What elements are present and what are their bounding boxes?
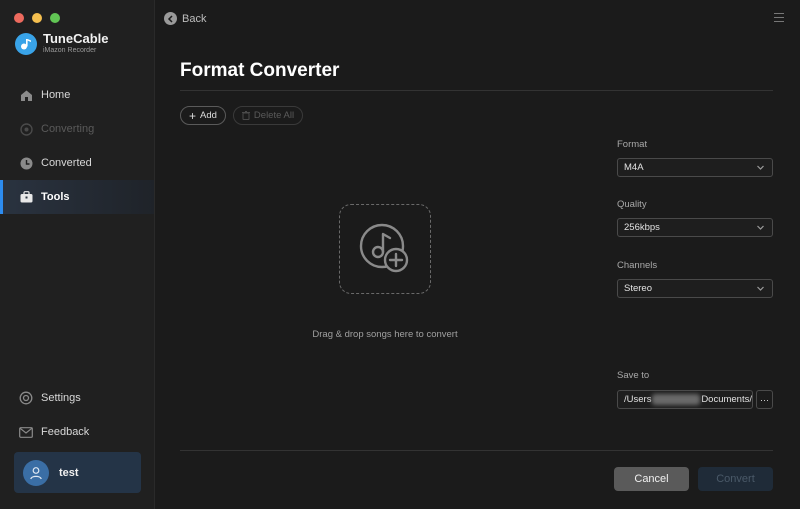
brand-name: TuneCable [43,31,109,46]
sidebar-item-converting: Converting [0,112,154,146]
browse-folder-button[interactable]: ··· [756,390,773,409]
converting-icon [19,122,33,136]
sidebar-item-label: Feedback [41,426,90,438]
quality-select[interactable]: 256kbps [617,218,773,237]
sidebar-item-label: Home [41,89,71,101]
sidebar-bottom-nav: Settings Feedback [0,381,154,449]
channels-value: Stereo [624,283,652,294]
toolbox-icon [19,190,33,204]
redacted-username [652,394,701,405]
close-window-button[interactable] [14,13,24,23]
drop-zone-hint: Drag & drop songs here to convert [312,329,458,340]
format-value: M4A [624,162,644,173]
quality-label: Quality [617,199,647,210]
save-path-field[interactable]: /Users Documents/ [617,390,753,409]
convert-label: Convert [716,473,755,485]
quality-value: 256kbps [624,222,660,233]
user-icon [23,459,49,486]
drop-zone[interactable] [339,204,431,294]
tunecable-logo-icon [15,32,37,55]
hamburger-icon[interactable] [774,13,784,25]
user-card[interactable]: test [14,452,141,493]
add-music-icon [359,223,409,273]
format-select[interactable]: M4A [617,158,773,177]
toolbar: + Add Delete All [180,106,304,125]
gear-icon [19,391,33,405]
main-panel: Back Format Converter + Add Delete All D… [155,0,800,509]
chevron-down-icon [757,225,764,230]
back-button[interactable]: Back [164,12,206,25]
save-path-end: Documents/ [701,394,752,405]
save-to-label: Save to [617,370,650,381]
delete-all-label: Delete All [253,110,295,121]
user-name: test [59,466,79,479]
divider [180,90,773,91]
back-label: Back [182,12,207,25]
divider [180,450,773,451]
channels-label: Channels [617,260,658,271]
add-label: Add [200,110,217,121]
brand-subtitle: iMazon Recorder [43,47,97,54]
page-title: Format Converter [180,60,340,81]
delete-all-button: Delete All [232,106,304,125]
plus-icon: + [189,108,197,123]
brand: TuneCable iMazon Recorder [15,32,109,55]
mail-icon [19,425,33,439]
sidebar-item-label: Settings [41,392,81,404]
sidebar-item-converted[interactable]: Converted [0,146,154,180]
sidebar-item-settings[interactable]: Settings [0,381,154,415]
cancel-button[interactable]: Cancel [614,467,689,491]
window-controls [14,13,60,23]
chevron-down-icon [757,165,764,170]
sidebar-item-tools[interactable]: Tools [0,180,154,214]
sidebar-item-home[interactable]: Home [0,78,154,112]
save-path-start: /Users [624,394,652,405]
chevron-down-icon [757,286,764,291]
zoom-window-button[interactable] [50,13,60,23]
sidebar-item-feedback[interactable]: Feedback [0,415,154,449]
sidebar: TuneCable iMazon Recorder Home Convertin… [0,0,155,509]
browse-label: ··· [760,394,769,405]
sidebar-nav: Home Converting Converted Tools [0,78,154,214]
home-icon [19,88,33,102]
channels-select[interactable]: Stereo [617,279,773,298]
cancel-label: Cancel [634,473,669,485]
format-label: Format [617,139,648,150]
back-arrow-icon [164,12,177,25]
sidebar-item-label: Tools [41,191,70,203]
add-button[interactable]: + Add [180,106,226,125]
clock-icon [19,156,33,170]
trash-icon [241,111,250,120]
minimize-window-button[interactable] [32,13,42,23]
sidebar-item-label: Converting [41,123,95,135]
convert-button: Convert [698,467,773,491]
sidebar-item-label: Converted [41,157,92,169]
